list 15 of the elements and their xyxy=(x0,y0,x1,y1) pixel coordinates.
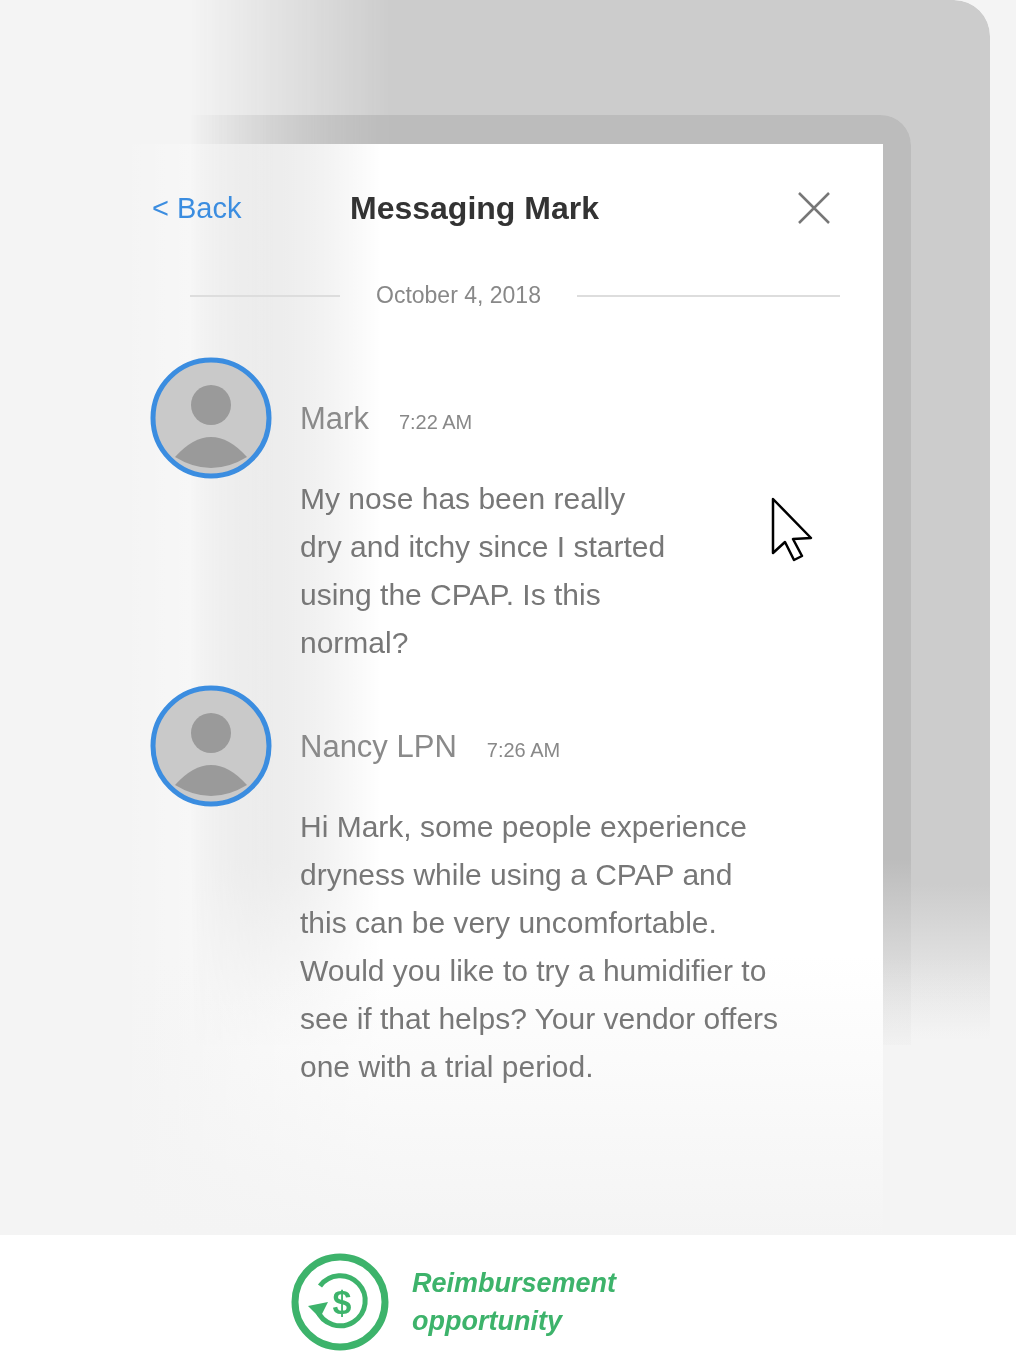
message-time: 7:22 AM xyxy=(398,411,473,434)
cursor-icon xyxy=(771,497,815,563)
sender-name: Nancy LPN xyxy=(300,729,457,765)
avatar-icon xyxy=(150,685,272,807)
message-text: My nose has been really dry and itchy since I started using the CPAP. Is this normal? xyxy=(300,481,667,661)
sender-name: Mark xyxy=(300,401,369,437)
chat-title: Messaging Mark xyxy=(350,189,600,227)
date-label: October 4, 2018 xyxy=(376,282,541,309)
reimbursement-label: Reimbursement opportunity xyxy=(412,1266,618,1338)
close-icon[interactable] xyxy=(797,191,831,225)
back-link[interactable]: < Back xyxy=(152,191,350,225)
message-time: 7:26 AM xyxy=(486,739,561,762)
avatar-icon xyxy=(150,357,272,479)
dollar-refresh-icon: $ xyxy=(290,1251,390,1352)
message-text: Hi Mark, some people experience dryness while using a CPAP and this can be very uncomfortable. Would you like to try a humidifier to see if that helps? Your vendor offers one with a trial period. xyxy=(300,809,780,1085)
